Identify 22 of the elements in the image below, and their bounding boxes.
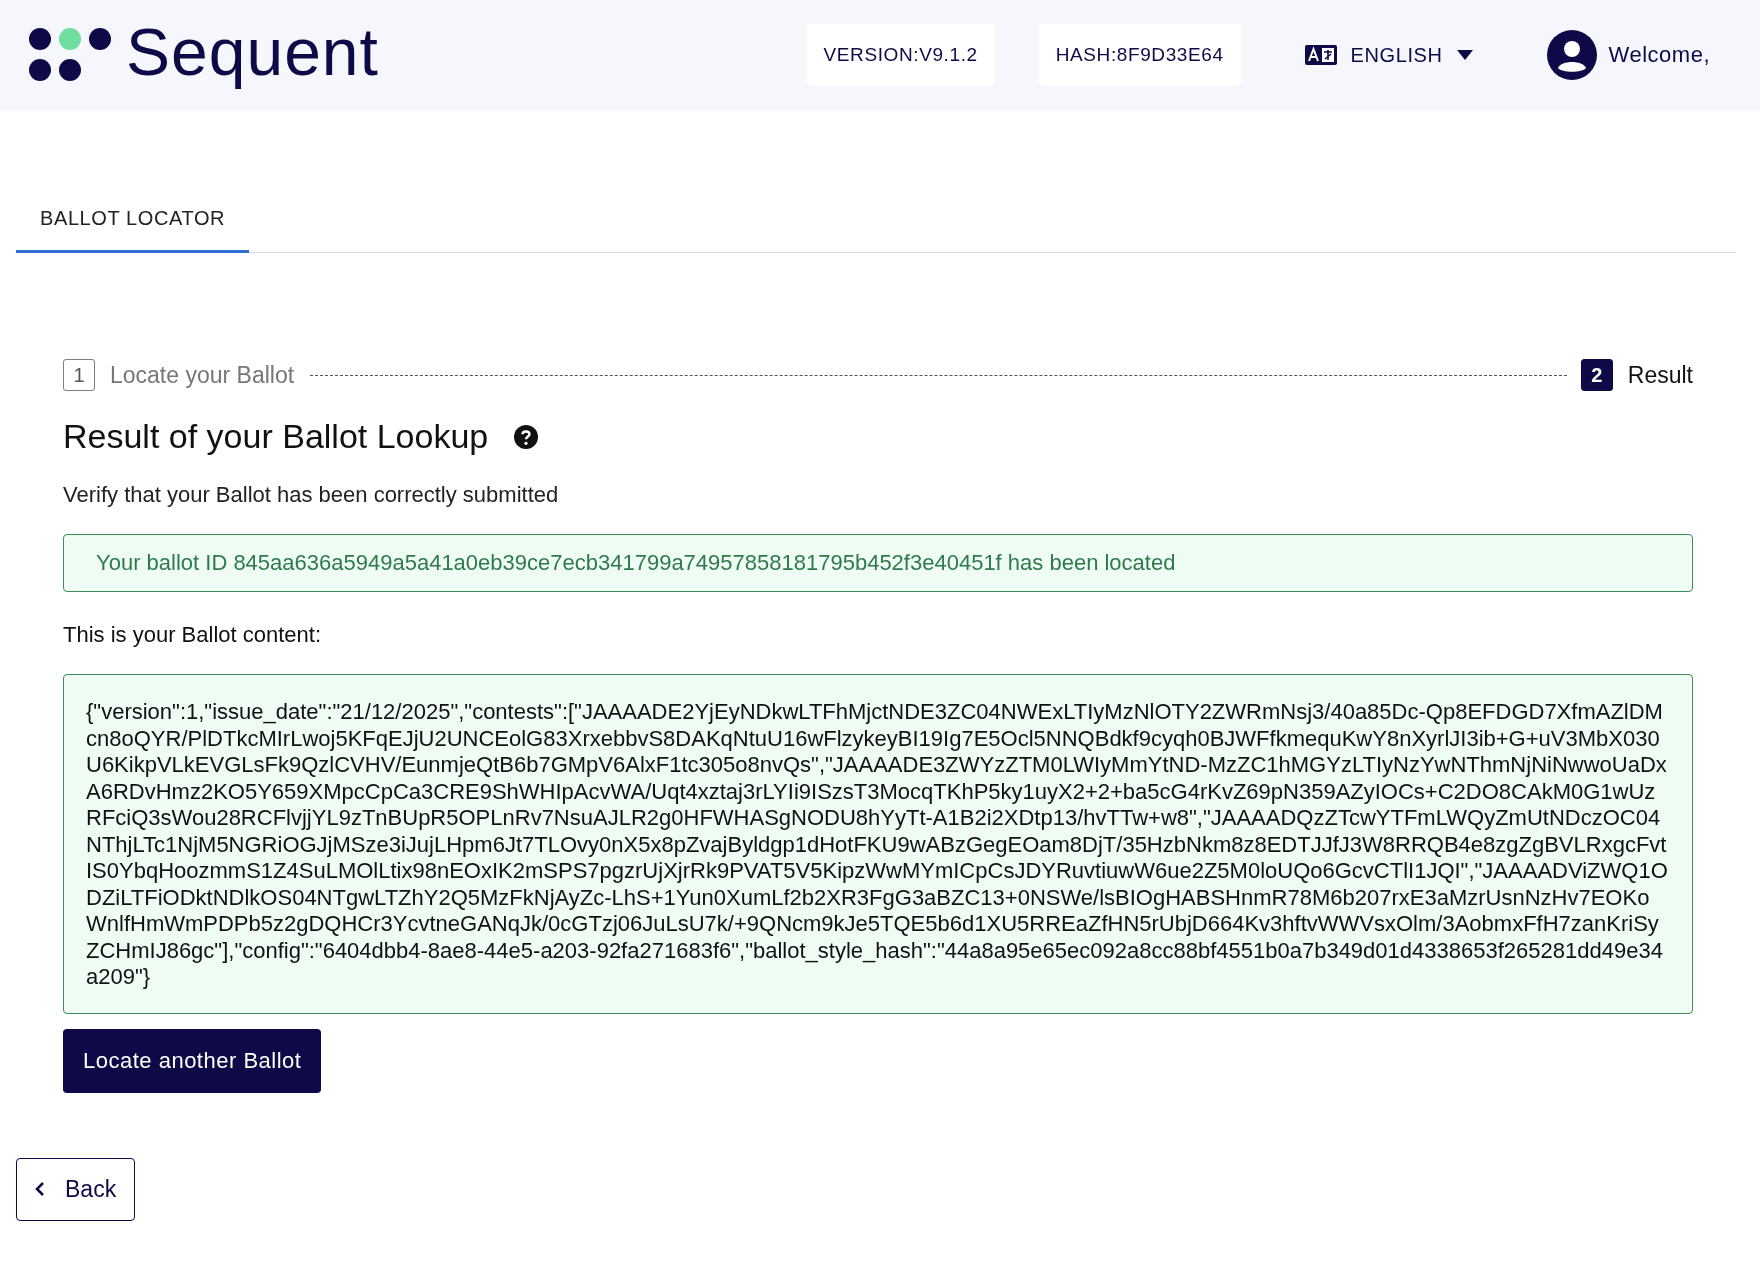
step-label: Locate your Ballot (110, 361, 295, 389)
step-label: Result (1627, 361, 1693, 389)
caret-icon[interactable] (1456, 50, 1473, 60)
back-button[interactable]: Back (16, 1157, 136, 1221)
welcome-text: Welcome, (1608, 42, 1710, 68)
locate-another-button[interactable]: Locate another Ballot (63, 1028, 322, 1093)
content-label: This is your Ballot content: (63, 622, 322, 648)
version-label: VERSION:V9.1.2 (806, 24, 995, 86)
tab[interactable]: BALLOT LOCATOR (16, 207, 250, 253)
chevron-left-icon (35, 1181, 45, 1197)
help-icon[interactable] (514, 424, 539, 449)
logo-icon (28, 27, 114, 83)
subtitle: Verify that your Ballot has been correctly submitted (63, 482, 560, 508)
language-selector[interactable]: ENGLISH (1350, 43, 1443, 67)
page-title: Result of your Ballot Lookup (63, 417, 489, 456)
success-alert: Your ballot ID 845aa636a5949a5a41a0eb39ce7ecb341799a74957858181795b452f3e40451f has been located (63, 534, 1693, 592)
user-avatar-icon[interactable] (1546, 30, 1597, 80)
translate-icon (1304, 45, 1337, 65)
ballot-content: {"version":1,"issue_date":"21/12/2025","contests":["JAAAADE2YjEyNDkwLTFhMjctNDE3ZC04NWExLTIyMzNlOTY2ZWRmNsj3/40a85Dc-Qp8EFDGD7XfmAZlDMcn8oQYR/PlDTkcMIrLwoj5KFqEJjU2UNCEolG83XrxebbvS8DAKqNtuU16wFlzykeyBI19Ig7E5Ocl5NNQBdkf9cyqh0BJWFfkmequKwY8nXyrlJI3ib+G+uV3MbX030U6KikpVLkEVGLsFk9QzlCVHV/EunmjeQtB6b7GMpV6AlxF1tc305o8nvQs","JAAAADE3ZWYzZTM0LWIyMmYtND-MzZC1hMGYzLTIyNzYwNThmNjNiNwwoUaDxA6RDvHmz2KO5Y659XMpcCpCa3CRE9ShWHIpAcvWA/Uqt4xztaj3rLYIi9ISzsT3MocqTKhP5ky1uyX2+2+ba5cG4rKvZ69pN359AZyIOCs+C2DO8CAkM0G1wUzRFciQ3sWou28RCFlvjjYL9zTnBUpR5OPLnRv7NsuAJLR2g0HFWHASgNODU8hYyTt-A1B2i2XDtp13/hvTTw+w8","JAAAADQzZTcwYTFmLWQyZmUtNDczOC04NThjLTc1NjM5NGRiOGJjMSze3iJujLHpm6Jt7TLOvy0nX5x8pZvajByldgp1dHotFKU9wABzGegEOam8DjT/35HzbNkm8z8EDTJJfJ3W8RRQB4e8zgZgBVLRxgcFvtIS0YbqHoozmmS1Z4SuLMOlLtix98nEOxIK2mSPS7pgzrUjXjrRk9PVAT5V5KipzWwMYmICpCsJDYRuvtiuwW6ue2Z5M0loUQo6GcvCTlI1JQI","JAAAADViZWQ1ODZiLTFiODktNDlkOS04NTgwLTZhY2Q5MzFkNjAyZc-LhS+1Yun0XumLf2b2XR3FgG3aBZC13+0NSWe/lsBIOgHABSHnmR78M6b207rxE3aMzrUsnNzHv7EOKoWnlfHmWmPDPb5z2gDQHCr3YcvtneGANqJk/0cGTzj06JuLsU7k/+9QNcm9kJe5TQE5b6d1XU5RREaZfHN5rUbjD664Kv3hftvWWVsxOlm/3AobmxFfH7zanKriSyZCHmIJ86gc"],"config":"6404dbb4-8ae8-44e5-a203-92fa271683f6","ballot_style_hash":"44a8a95e65ec092a8cc88bf4551b0a7b349d01d4338653f265281dd49e34a209"} (63, 674, 1693, 1014)
step-number: 1 (63, 359, 95, 391)
step-number: 2 (1580, 359, 1613, 391)
hash-label: HASH:8F9D33E64 (1038, 24, 1241, 86)
